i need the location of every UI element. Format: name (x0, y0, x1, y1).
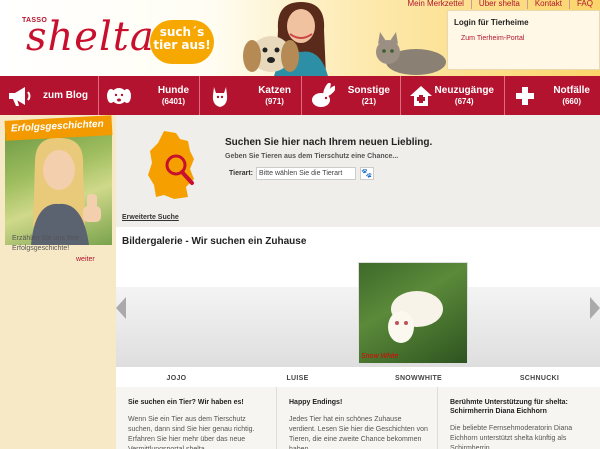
success-story-more-link[interactable]: weiter (76, 256, 95, 263)
megaphone-icon (6, 82, 34, 110)
girl-thumbs-up-image (31, 137, 101, 245)
gallery-title: Bildergalerie - Wir suchen ein Zuhause (122, 236, 307, 247)
nav-item-dogs[interactable]: Hunde (6401) (99, 76, 200, 115)
about-link[interactable]: Über shelta (470, 0, 527, 9)
gallery-name[interactable]: SNOWWHITE (358, 375, 479, 382)
info-column-text: Jedes Tier hat ein schönes Zuhause verdi… (289, 416, 428, 449)
shelter-portal-link[interactable]: Zum Tierheim-Portal (461, 35, 593, 42)
tierart-select[interactable]: Bitte wählen Sie die Tierart (256, 167, 356, 180)
login-title: Login für Tierheime (454, 18, 529, 27)
nav-label: Neuzugänge (674) (434, 84, 494, 106)
gallery-next-arrow-icon[interactable] (590, 297, 600, 319)
rabbit-icon (308, 82, 336, 110)
search-panel: Suchen Sie hier nach Ihrem neuen Lieblin… (116, 115, 600, 227)
info-column: Sie suchen ein Tier? Wir haben es! Wenn … (116, 387, 277, 449)
slogan-line-2: tier aus! (153, 38, 211, 52)
info-column-text: Wenn Sie ein Tier aus dem Tierschutz suc… (128, 416, 255, 449)
info-column-title[interactable]: Berühmte Unterstützung für shelta: Schir… (450, 398, 591, 416)
nav-label: Sonstige (21) (347, 84, 390, 106)
gallery-prev-arrow-icon[interactable] (116, 297, 126, 319)
gallery-name[interactable]: LUISE (237, 375, 358, 382)
germany-map-icon (148, 131, 194, 199)
tierart-label: Tierart: (229, 170, 253, 177)
main-nav: zum Blog Hunde (6401) Katzen (971) Sonstig… (0, 76, 600, 115)
shelta-logo[interactable]: shelta (26, 14, 155, 60)
paw-search-button[interactable]: 🐾 (360, 167, 374, 180)
nav-count: (674) (454, 96, 474, 106)
gallery-name[interactable]: JOJO (116, 375, 237, 382)
advanced-search-link[interactable]: Erweiterte Suche (122, 214, 179, 221)
nav-count: (6401) (161, 96, 185, 106)
hero-dog-image (243, 36, 299, 72)
info-column-title[interactable]: Sie suchen ein Tier? Wir haben es! (128, 398, 268, 407)
success-story-text: Erzählen Sie uns Ihre Erfolgsgeschichte! (12, 235, 79, 252)
gallery-section: Bildergalerie - Wir suchen ein Zuhause S… (116, 227, 600, 387)
house-icon (407, 82, 435, 110)
info-column: Happy Endings! Jedes Tier hat ein schöne… (277, 387, 438, 449)
site-header: TASSO shelta such´s tier aus! Mein Merkz… (0, 0, 600, 76)
info-column: Berühmte Unterstützung für shelta: Schir… (438, 387, 599, 449)
nav-label: Notfälle (660) (553, 84, 590, 106)
sidebar: Erfolgsgeschichten Erzählen Sie uns Ihre… (0, 115, 116, 449)
faq-link[interactable]: FAQ (568, 0, 600, 9)
plus-icon (511, 82, 539, 110)
gallery-name[interactable]: SCHNUCKI (479, 375, 600, 382)
nav-item-new[interactable]: Neuzugänge (674) (401, 76, 505, 115)
nav-item-other[interactable]: Sonstige (21) (302, 76, 401, 115)
paw-icon: 🐾 (361, 168, 373, 178)
nav-item-cats[interactable]: Katzen (971) (200, 76, 302, 115)
gallery-names: JOJO LUISE SNOWWHITE SCHNUCKI (116, 375, 600, 382)
nav-item-blog[interactable]: zum Blog (0, 76, 99, 115)
nav-label: zum Blog (43, 90, 88, 101)
slogan-badge: such´s tier aus! (150, 20, 214, 64)
top-links: Mein Merkzettel Über shelta Kontakt FAQ (400, 0, 600, 9)
contact-link[interactable]: Kontakt (526, 0, 569, 9)
nav-count: (660) (562, 96, 581, 106)
ferret-image (388, 291, 443, 343)
info-column-text: Die beliebte Fernsehmoderatorin Diana Ei… (450, 425, 573, 449)
cat-icon (206, 82, 234, 110)
dog-icon (105, 82, 133, 110)
nav-count: (21) (361, 96, 376, 106)
info-column-title[interactable]: Happy Endings! (289, 398, 429, 407)
merkzettel-link[interactable]: Mein Merkzettel (400, 0, 470, 9)
photo-caption: Snow White (361, 353, 399, 360)
gallery-photo-ferret[interactable]: Snow White (358, 262, 468, 364)
search-subtitle: Geben Sie Tieren aus dem Tierschutz eine… (225, 153, 399, 160)
search-title: Suchen Sie hier nach Ihrem neuen Lieblin… (225, 137, 433, 148)
info-columns: Sie suchen ein Tier? Wir haben es! Wenn … (116, 387, 600, 449)
success-story-image[interactable] (5, 132, 112, 245)
hero-cat-image (376, 32, 446, 75)
nav-item-emergency[interactable]: Notfälle (660) (505, 76, 600, 115)
nav-label: Katzen (971) (258, 84, 291, 106)
nav-label: Hunde (6401) (157, 84, 189, 106)
shelter-login-box: Login für Tierheime Zum Tierheim-Portal (447, 10, 600, 70)
nav-count: (971) (265, 96, 284, 106)
